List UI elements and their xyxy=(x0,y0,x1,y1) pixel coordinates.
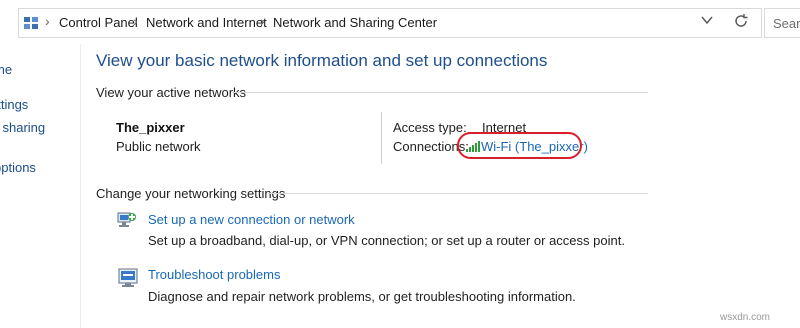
troubleshoot-link[interactable]: Troubleshoot problems xyxy=(148,267,280,282)
address-bar: › Control Panel › Network and Internet ›… xyxy=(0,0,800,44)
watermark: wsxdn.com xyxy=(720,312,771,323)
chevron-down-icon[interactable] xyxy=(700,13,714,27)
breadcrumb-network-and-sharing-center[interactable]: Network and Sharing Center xyxy=(273,15,437,30)
refresh-icon[interactable] xyxy=(733,13,749,29)
divider xyxy=(268,193,648,194)
search-input[interactable]: Search xyxy=(764,8,800,38)
change-settings-heading: Change your networking settings xyxy=(96,186,286,201)
breadcrumb-separator-icon: › xyxy=(45,13,50,29)
access-type-label: Access type: xyxy=(393,120,467,135)
troubleshoot-description: Diagnose and repair network problems, or… xyxy=(148,289,576,304)
search-placeholder: Search xyxy=(773,16,800,31)
left-pane-item-sharing-settings[interactable]: l sharing xyxy=(0,120,45,135)
breadcrumb-control-panel[interactable]: Control Panel xyxy=(59,15,138,30)
left-pane-item-home[interactable]: me xyxy=(0,62,12,77)
breadcrumb-separator-icon: › xyxy=(133,13,138,29)
pane-divider xyxy=(80,44,81,328)
left-pane-item-adapter-settings[interactable]: ettings xyxy=(0,97,28,112)
left-pane-item-media-streaming-options[interactable]: options xyxy=(0,160,36,175)
page-title: View your basic network information and … xyxy=(96,51,548,70)
network-category-link: Public network xyxy=(116,139,201,154)
divider xyxy=(381,112,382,164)
active-networks-heading: View your active networks xyxy=(96,85,247,100)
divider xyxy=(232,92,648,93)
setup-connection-description: Set up a broadband, dial-up, or VPN conn… xyxy=(148,233,625,248)
breadcrumb-separator-icon: › xyxy=(260,13,265,29)
network-name: The_pixxer xyxy=(116,120,185,135)
breadcrumb-network-and-internet[interactable]: Network and Internet xyxy=(146,15,267,30)
highlight-annotation xyxy=(457,132,582,159)
control-panel-icon xyxy=(24,17,38,29)
setup-connection-link[interactable]: Set up a new connection or network xyxy=(148,212,355,227)
troubleshoot-icon xyxy=(118,268,138,287)
network-setup-icon xyxy=(117,212,136,227)
